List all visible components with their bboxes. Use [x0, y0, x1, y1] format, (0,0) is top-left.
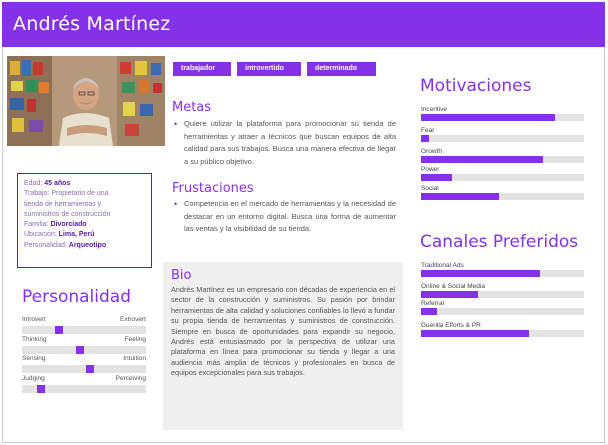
- info-box: Edad: 45 años Trabajo: Propietario de un…: [17, 173, 152, 268]
- bar-fill: [421, 291, 479, 298]
- trait-tag: determinado: [307, 62, 376, 76]
- metas-list: Quiere utilizar la plataforma para promo…: [174, 118, 396, 168]
- slider-left-label: Judging: [22, 375, 45, 382]
- info-trabajo-line: suministros de construcción: [24, 210, 111, 218]
- bar-track: [421, 193, 584, 200]
- slider-left-label: Sensing: [22, 355, 46, 362]
- header-bar: Andrés Martínez: [2, 2, 605, 47]
- bar-track: [421, 330, 584, 337]
- bar-label: Power: [421, 166, 440, 173]
- bar-track: [421, 308, 584, 315]
- canales-heading: Canales Preferidos: [420, 232, 579, 252]
- personality-slider: Sensing Intuition: [22, 355, 146, 373]
- bio-heading: Bio: [171, 268, 192, 283]
- slider-left-label: Thinking: [22, 336, 47, 343]
- slider-track: [22, 385, 146, 393]
- slider-knob: [76, 346, 85, 354]
- slider-knob: [36, 385, 45, 393]
- info-trabajo: Trabajo: Propietario de una: [24, 190, 109, 198]
- info-familia: Familia: Divorciado: [24, 221, 87, 229]
- motivation-bar: Incentive: [421, 106, 584, 121]
- info-personalidad: Personalidad: Arqueotipo: [24, 241, 107, 249]
- channel-bar: Referral: [421, 300, 584, 315]
- list-item: Quiere utilizar la plataforma para promo…: [174, 118, 396, 168]
- bio-text: Andrés Martínez es un empresario con déc…: [171, 285, 395, 378]
- motivation-bar: Fear: [421, 127, 584, 142]
- bar-label: Incentive: [421, 106, 448, 113]
- bar-label: Online & Social Media: [421, 283, 485, 290]
- bar-fill: [421, 114, 555, 121]
- info-ubicacion: Ubicación: Lima, Perú: [24, 231, 95, 239]
- motivaciones-heading: Motivaciones: [420, 76, 532, 96]
- personality-slider: Introvert Extrovert: [22, 316, 146, 334]
- slider-track: [22, 346, 146, 354]
- personality-slider: Judging Perceiving: [22, 375, 146, 393]
- trait-tag: introvertido: [237, 62, 301, 76]
- bar-fill: [421, 330, 529, 337]
- slider-right-label: Extrovert: [119, 316, 146, 323]
- bar-track: [421, 291, 584, 298]
- bar-track: [421, 114, 584, 121]
- slider-right-label: Feeling: [124, 336, 146, 343]
- personalidad-heading: Personalidad: [22, 287, 131, 307]
- trait-tags: trabajador introvertido determinado: [173, 62, 376, 76]
- personality-slider: Thinking Feeling: [22, 336, 146, 354]
- persona-name: Andrés Martínez: [13, 13, 171, 35]
- channel-bar: Traditional Ads: [421, 262, 584, 277]
- bar-label: Social: [421, 185, 439, 192]
- motivation-bar: Power: [421, 166, 584, 181]
- frustraciones-heading: Frustaciones: [172, 181, 254, 196]
- bar-label: Traditional Ads: [421, 262, 464, 269]
- bar-fill: [421, 308, 438, 315]
- channel-bar: Online & Social Media: [421, 283, 584, 298]
- bar-label: Guerilla Efforts & PR: [421, 322, 481, 329]
- info-trabajo-line: tienda de herramientas y: [24, 200, 102, 208]
- bar-fill: [421, 270, 540, 277]
- slider-right-label: Intuition: [123, 355, 146, 362]
- bar-track: [421, 135, 584, 142]
- bar-label: Growth: [421, 148, 442, 155]
- channel-bar: Guerilla Efforts & PR: [421, 322, 584, 337]
- bar-track: [421, 156, 584, 163]
- motivation-bar: Social: [421, 185, 584, 200]
- trait-tag: trabajador: [173, 62, 231, 76]
- bar-label: Fear: [421, 127, 435, 134]
- slider-track: [22, 326, 146, 334]
- info-edad: Edad: 45 años: [24, 180, 71, 187]
- bar-fill: [421, 193, 500, 200]
- persona-photo: [7, 56, 165, 146]
- slider-knob: [86, 365, 95, 373]
- slider-left-label: Introvert: [22, 316, 46, 323]
- slider-knob: [55, 326, 64, 334]
- bar-fill: [421, 135, 430, 142]
- slider-track: [22, 365, 146, 373]
- bar-track: [421, 270, 584, 277]
- frustraciones-list: Competencia en el mercado de herramienta…: [174, 198, 396, 236]
- bar-fill: [421, 174, 452, 181]
- list-item: Competencia en el mercado de herramienta…: [174, 198, 396, 236]
- motivation-bar: Growth: [421, 148, 584, 163]
- bar-label: Referral: [421, 300, 445, 307]
- metas-heading: Metas: [172, 100, 212, 115]
- bio-panel: Bio Andrés Martínez es un empresario con…: [163, 262, 403, 430]
- bar-track: [421, 174, 584, 181]
- slider-right-label: Perceiving: [115, 375, 146, 382]
- bar-fill: [421, 156, 544, 163]
